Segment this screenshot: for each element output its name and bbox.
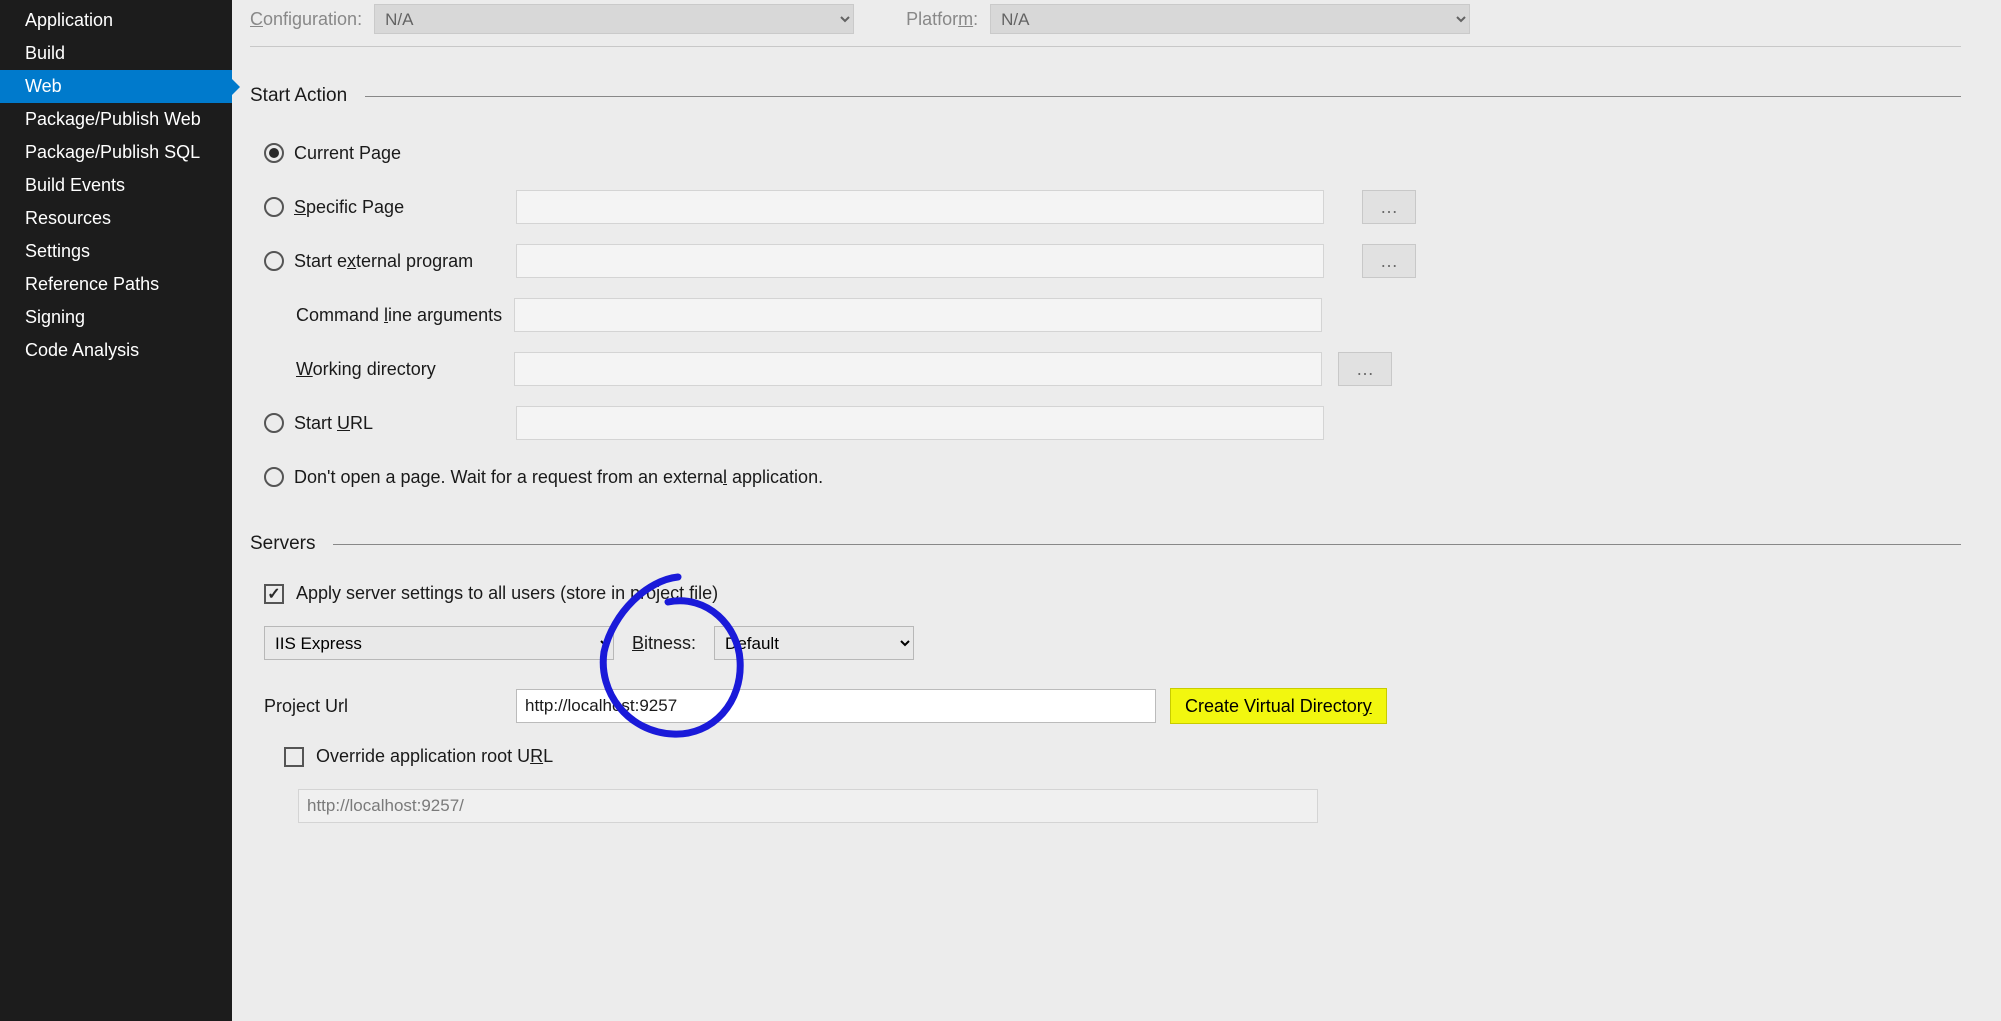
current-page-label: Current Page <box>294 143 401 164</box>
cmd-args-input[interactable] <box>514 298 1322 332</box>
sidebar-item-application[interactable]: Application <box>0 4 232 37</box>
start-action-section: Start Action Current Page Specific Page … <box>250 85 1961 495</box>
project-url-input[interactable] <box>516 689 1156 723</box>
working-dir-browse-button[interactable]: … <box>1338 352 1392 386</box>
bitness-select[interactable]: Default <box>714 626 914 660</box>
start-url-radio[interactable] <box>264 413 284 433</box>
override-root-checkbox[interactable] <box>284 747 304 767</box>
specific-page-radio[interactable] <box>264 197 284 217</box>
start-external-browse-button[interactable]: … <box>1362 244 1416 278</box>
specific-page-input[interactable] <box>516 190 1324 224</box>
create-virtual-directory-button[interactable]: Create Virtual Directory <box>1170 688 1387 724</box>
dont-open-radio[interactable] <box>264 467 284 487</box>
working-dir-input[interactable] <box>514 352 1322 386</box>
start-action-header: Start Action <box>250 85 347 107</box>
project-url-label: Project Url <box>264 696 516 717</box>
sidebar-item-build[interactable]: Build <box>0 37 232 70</box>
sidebar-item-signing[interactable]: Signing <box>0 301 232 334</box>
start-url-input[interactable] <box>516 406 1324 440</box>
divider <box>333 544 1961 545</box>
override-root-input[interactable] <box>298 789 1318 823</box>
cmd-args-label: Command line arguments <box>296 305 514 326</box>
sidebar-item-reference-paths[interactable]: Reference Paths <box>0 268 232 301</box>
content-area: Configuration: N/A Platform: N/A Start A… <box>232 0 2001 1021</box>
sidebar-item-package-publish-web[interactable]: Package/Publish Web <box>0 103 232 136</box>
divider <box>365 96 1961 97</box>
override-root-label: Override application root URL <box>316 746 553 767</box>
dont-open-label: Don't open a page. Wait for a request fr… <box>294 467 823 488</box>
start-url-label: Start URL <box>294 413 373 434</box>
sidebar-item-resources[interactable]: Resources <box>0 202 232 235</box>
sidebar-item-package-publish-sql[interactable]: Package/Publish SQL <box>0 136 232 169</box>
specific-page-label: Specific Page <box>294 197 404 218</box>
start-external-radio[interactable] <box>264 251 284 271</box>
server-select[interactable]: IIS Express <box>264 626 614 660</box>
servers-section: Servers Apply server settings to all use… <box>250 533 1961 823</box>
sidebar-item-build-events[interactable]: Build Events <box>0 169 232 202</box>
sidebar-item-web[interactable]: Web <box>0 70 232 103</box>
top-config-row: Configuration: N/A Platform: N/A <box>250 0 1961 47</box>
bitness-label: Bitness: <box>632 633 696 654</box>
start-external-input[interactable] <box>516 244 1324 278</box>
apply-settings-label: Apply server settings to all users (stor… <box>296 583 718 604</box>
specific-page-browse-button[interactable]: … <box>1362 190 1416 224</box>
sidebar-item-settings[interactable]: Settings <box>0 235 232 268</box>
configuration-select[interactable]: N/A <box>374 4 854 34</box>
working-dir-label: Working directory <box>296 359 514 380</box>
servers-header: Servers <box>250 533 315 555</box>
configuration-label: Configuration: <box>250 9 362 30</box>
platform-select[interactable]: N/A <box>990 4 1470 34</box>
sidebar-item-code-analysis[interactable]: Code Analysis <box>0 334 232 367</box>
start-external-label: Start external program <box>294 251 473 272</box>
sidebar: Application Build Web Package/Publish We… <box>0 0 232 1021</box>
current-page-radio[interactable] <box>264 143 284 163</box>
platform-label: Platform: <box>906 9 978 30</box>
apply-settings-checkbox[interactable] <box>264 584 284 604</box>
